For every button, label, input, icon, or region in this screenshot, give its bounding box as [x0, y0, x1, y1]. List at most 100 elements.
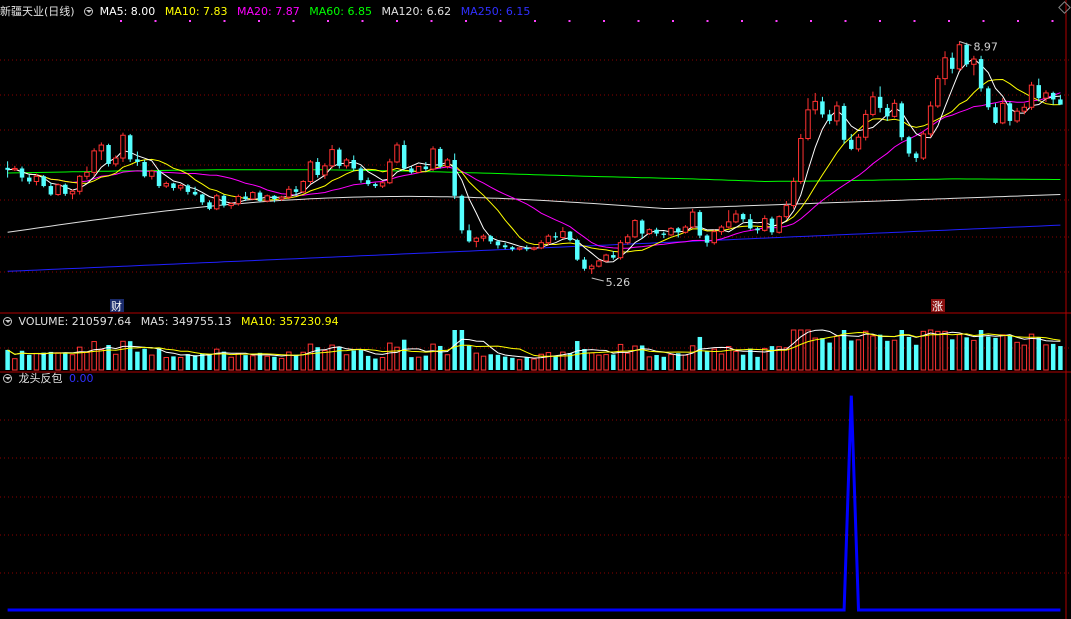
volume-bar — [358, 349, 364, 370]
volume-bar — [661, 356, 667, 370]
volume-bar — [668, 354, 674, 371]
volume-bar — [545, 352, 552, 371]
indicator-dropdown-icon[interactable] — [3, 374, 12, 383]
volume-bar — [790, 329, 797, 371]
volume-bar — [156, 348, 162, 370]
candle-body — [135, 159, 140, 162]
candle-body — [502, 245, 508, 248]
candle-body — [63, 184, 68, 194]
volume-bar — [748, 348, 753, 370]
candle-body — [329, 149, 335, 167]
candle-body — [250, 192, 256, 200]
candle-body — [617, 242, 624, 259]
volume-bar — [373, 358, 378, 370]
candle-body — [885, 107, 890, 117]
candle-body — [682, 226, 689, 233]
candle-body — [575, 240, 580, 260]
candle-body — [553, 236, 558, 238]
candle-body — [466, 230, 472, 242]
volume-bar — [33, 352, 40, 371]
candle-body — [805, 109, 811, 140]
candle-body — [278, 196, 285, 200]
volume-bar — [575, 341, 580, 370]
signal-dot — [706, 20, 709, 22]
candle-body — [1028, 84, 1035, 108]
candle-body — [207, 202, 212, 209]
volume-bar — [127, 341, 133, 370]
signal-dot — [844, 20, 847, 22]
candle-body — [920, 133, 927, 159]
volume-bar — [250, 355, 256, 371]
volume-bar — [855, 339, 862, 371]
signal-dot — [568, 20, 571, 22]
volume-bar — [55, 352, 61, 371]
volume-bar — [582, 349, 587, 370]
volume-bar — [91, 341, 97, 371]
candle-body — [113, 157, 119, 165]
candle-body — [1058, 99, 1063, 105]
candle-body — [473, 237, 480, 242]
volume-bar — [135, 351, 140, 370]
volume-bar — [106, 345, 111, 370]
volume-bar — [76, 346, 83, 371]
volume-dropdown-icon[interactable] — [3, 317, 12, 326]
signal-dot — [223, 20, 226, 22]
candle-body — [1036, 85, 1041, 99]
volume-bar — [927, 329, 934, 371]
volume-bar — [920, 330, 927, 371]
volume-bar — [949, 339, 955, 370]
candle-body — [430, 148, 436, 170]
volume-bar — [711, 348, 718, 371]
volume-bar — [409, 357, 414, 370]
candle-body — [545, 235, 552, 244]
volume-bar — [480, 355, 487, 371]
candle-body — [84, 171, 90, 177]
candle-body — [423, 166, 429, 170]
volume-bar — [682, 354, 689, 371]
candle-body — [711, 231, 718, 244]
volume-bar — [84, 351, 90, 371]
volume-bar — [553, 355, 558, 370]
volume-bar — [906, 336, 912, 370]
candle-body — [891, 102, 898, 117]
candle-body — [999, 102, 1006, 124]
candle-body — [567, 231, 573, 241]
signal-dot — [534, 20, 536, 22]
signal-dot — [361, 20, 364, 22]
candle-body — [538, 242, 544, 249]
candle-body — [877, 96, 883, 108]
volume-bar — [177, 356, 184, 371]
candle-body — [120, 134, 126, 159]
candle-body — [834, 105, 840, 122]
candle-body — [337, 149, 342, 166]
volume-bar — [149, 354, 155, 371]
volume-bar — [423, 355, 429, 370]
dropdown-icon[interactable] — [84, 7, 94, 16]
candle-body — [820, 101, 825, 115]
volume-bar — [935, 330, 941, 371]
candle-body — [272, 195, 277, 200]
candle-body — [91, 150, 97, 173]
volume-bar — [718, 353, 725, 371]
volume-bar — [1043, 344, 1049, 371]
candle-body — [98, 144, 105, 152]
volume-bar — [69, 354, 76, 371]
stock-title[interactable]: 新疆天业(日线) — [0, 5, 75, 18]
volume-bar — [401, 339, 407, 370]
volume-bar — [5, 349, 10, 370]
volume-bar — [646, 356, 653, 371]
candle-body — [531, 247, 537, 250]
volume-bar — [986, 336, 991, 370]
candle-body — [625, 236, 631, 244]
candle-body — [949, 57, 955, 69]
volume-ma10-label: MA10: 357230.94 — [240, 315, 339, 328]
signal-dot — [499, 20, 502, 22]
volume-bar — [999, 334, 1006, 371]
ma60-label: MA60: 6.85 — [309, 5, 372, 18]
candle-body — [646, 229, 653, 235]
volume-bar — [740, 354, 746, 370]
candle-body — [755, 228, 760, 231]
candle-body — [293, 189, 299, 192]
volume-bar — [322, 350, 328, 371]
volume-label: VOLUME: 210597.64 — [18, 315, 132, 328]
